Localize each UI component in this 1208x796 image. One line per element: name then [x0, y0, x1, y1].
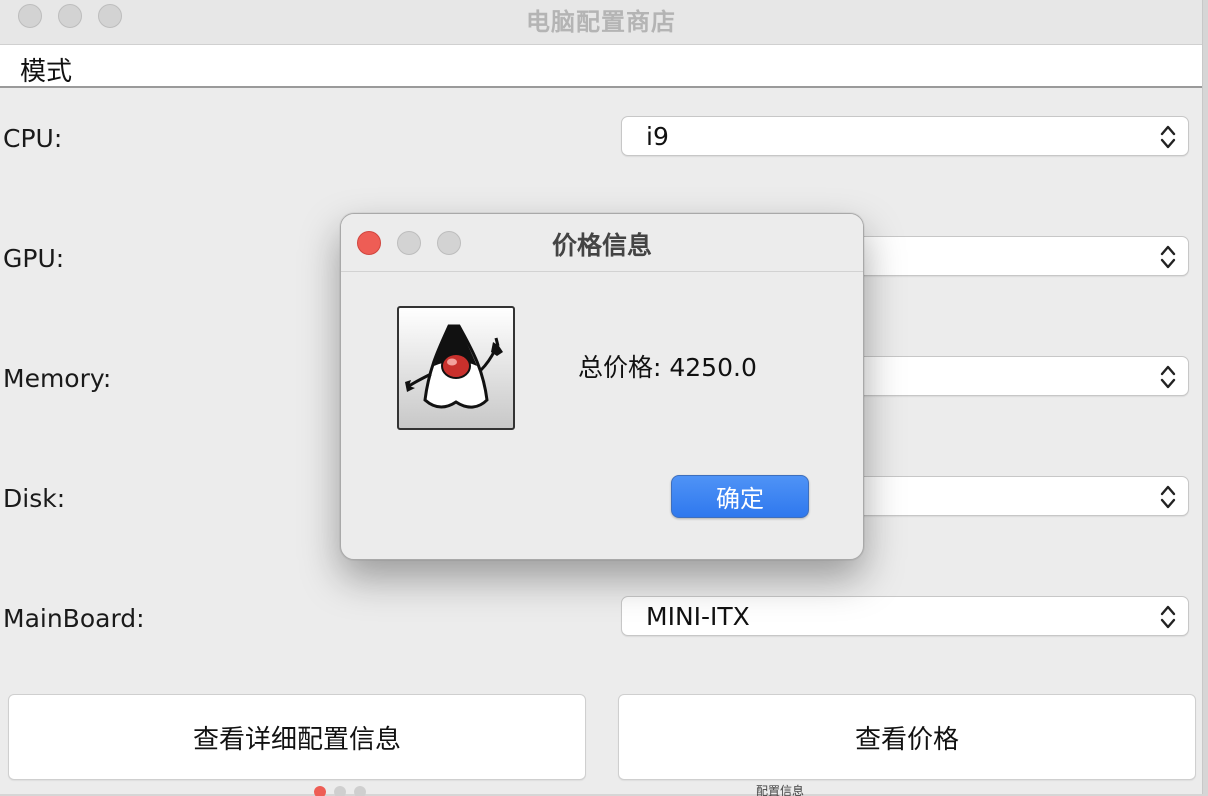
- zoom-dot-icon: [354, 786, 366, 796]
- screen: 电脑配置商店 模式 CPU: i9 GPU: Memory: Disk: Mai…: [0, 0, 1208, 796]
- java-duke-icon: [397, 306, 515, 430]
- mainboard-label: MainBoard:: [3, 604, 145, 633]
- view-details-button[interactable]: 查看详细配置信息: [8, 694, 586, 780]
- minimize-dot-icon: [334, 786, 346, 796]
- price-dialog: 价格信息 总价格: 4250.0 确定: [340, 213, 864, 560]
- window-title: 电脑配置商店: [526, 8, 676, 36]
- main-titlebar: 电脑配置商店: [0, 0, 1202, 45]
- up-down-chevron-icon: [1160, 485, 1176, 509]
- total-price-message: 总价格: 4250.0: [578, 353, 757, 382]
- menu-mode[interactable]: 模式: [20, 51, 72, 88]
- ok-button[interactable]: 确定: [671, 475, 809, 518]
- up-down-chevron-icon: [1160, 365, 1176, 389]
- view-price-button[interactable]: 查看价格: [618, 694, 1196, 780]
- mainboard-select-value: MINI-ITX: [646, 602, 750, 631]
- up-down-chevron-icon: [1160, 245, 1176, 269]
- menubar: 模式: [0, 45, 1202, 88]
- gpu-label: GPU:: [3, 244, 65, 273]
- cpu-select-value: i9: [646, 122, 669, 151]
- cpu-select[interactable]: i9: [621, 116, 1189, 156]
- dialog-title: 价格信息: [551, 231, 652, 260]
- close-dot-icon: [314, 786, 326, 796]
- dialog-titlebar: 价格信息: [341, 214, 863, 272]
- memory-label: Memory:: [3, 364, 112, 393]
- background-window-title: 配置信息: [756, 784, 805, 796]
- up-down-chevron-icon: [1160, 125, 1176, 149]
- background-window-titlebar: 配置信息: [306, 782, 866, 796]
- up-down-chevron-icon: [1160, 605, 1176, 629]
- disk-label: Disk:: [3, 484, 66, 513]
- cpu-label: CPU:: [3, 124, 63, 153]
- mainboard-select[interactable]: MINI-ITX: [621, 596, 1189, 636]
